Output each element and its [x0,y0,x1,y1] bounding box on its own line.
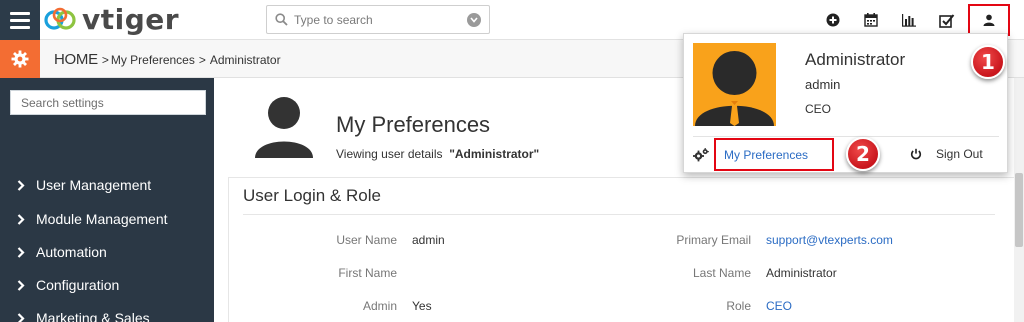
user-icon [983,14,995,26]
last-name-label: Last Name [692,266,751,280]
settings-sidebar: User Management Module Management Automa… [0,78,214,322]
scrollbar-thumb[interactable] [1015,173,1023,247]
sidebar-item-label: Automation [36,244,107,260]
subtitle-prefix: Viewing user details [336,147,443,161]
sign-out-label: Sign Out [936,147,983,161]
sidebar-item-module-management[interactable]: Module Management [17,211,168,227]
search-icon [275,13,288,26]
chevron-right-icon [17,213,29,225]
bar-chart-icon [902,14,916,27]
user-avatar-icon [255,97,313,158]
sign-out-button[interactable]: Sign Out [910,147,983,161]
profile-role: CEO [805,102,832,116]
user-menu-button[interactable] [968,4,1010,36]
power-icon [910,148,922,160]
divider [243,214,995,215]
breadcrumb-separator: > [198,53,206,67]
profile-name: Administrator [805,50,906,69]
sidebar-item-user-management[interactable]: User Management [17,177,151,193]
subtitle-user: "Administrator" [449,147,540,161]
my-preferences-label: My Preferences [724,147,809,162]
last-name-value: Administrator [766,266,837,280]
sidebar-item-label: User Management [36,177,152,193]
user-name-value: admin [412,233,445,247]
sidebar-item-label: Module Management [36,211,168,227]
page-title: My Preferences [336,112,491,137]
breadcrumb: HOME > My Preferences > Administrator [54,51,281,68]
breadcrumb-current-page: My Preferences [110,53,195,67]
role-link[interactable]: CEO [766,299,792,313]
logo-mark-icon [44,7,76,30]
section-title: User Login & Role [243,186,381,205]
global-search[interactable] [266,5,490,34]
admin-label: Admin [362,299,397,313]
cogs-icon [693,148,709,162]
plus-circle-icon [826,13,840,27]
user-name-label: User Name [336,233,397,247]
logo-text: vtiger [82,3,180,36]
hamburger-line [10,11,30,15]
profile-avatar [693,43,776,126]
settings-button[interactable] [0,40,40,78]
profile-username: admin [805,77,841,92]
sidebar-item-configuration[interactable]: Configuration [17,277,119,293]
search-options-chevron-icon[interactable] [467,13,481,27]
sidebar-item-label: Marketing & Sales [36,310,150,322]
sidebar-item-automation[interactable]: Automation [17,244,107,260]
hamburger-line [10,25,30,29]
annotation-marker-1: 1 [971,45,1005,79]
user-avatar-icon [695,51,774,126]
my-preferences-link[interactable]: My Preferences [714,138,834,171]
primary-email-label: Primary Email [676,233,751,247]
checkbox-icon [939,13,955,28]
breadcrumb-home-link[interactable]: HOME [54,51,98,68]
chevron-right-icon [17,179,29,191]
sidebar-item-label: Configuration [36,277,120,293]
page-scrollbar[interactable] [1014,78,1024,322]
annotation-marker-2: 2 [846,137,880,171]
chevron-right-icon [17,312,29,322]
vtiger-logo[interactable]: vtiger [44,4,179,36]
breadcrumb-separator: > [101,53,109,67]
gear-icon [11,50,29,68]
divider [693,136,999,137]
search-input[interactable] [294,12,464,27]
primary-email-link[interactable]: support@vtexperts.com [766,233,893,247]
calendar-icon [864,13,878,27]
menu-toggle-button[interactable] [0,0,40,40]
role-label: Role [726,299,751,313]
user-login-role-panel: User Login & Role User Name admin Primar… [228,177,1020,322]
chevron-right-icon [17,279,29,291]
admin-value: Yes [412,299,432,313]
hamburger-line [10,18,30,22]
sidebar-item-marketing-sales[interactable]: Marketing & Sales [17,310,150,322]
page-subtitle: Viewing user details "Administrator" [336,147,539,161]
chevron-right-icon [17,246,29,258]
first-name-label: First Name [338,266,397,280]
breadcrumb-user: Administrator [209,53,281,67]
search-settings-input[interactable] [10,90,206,115]
